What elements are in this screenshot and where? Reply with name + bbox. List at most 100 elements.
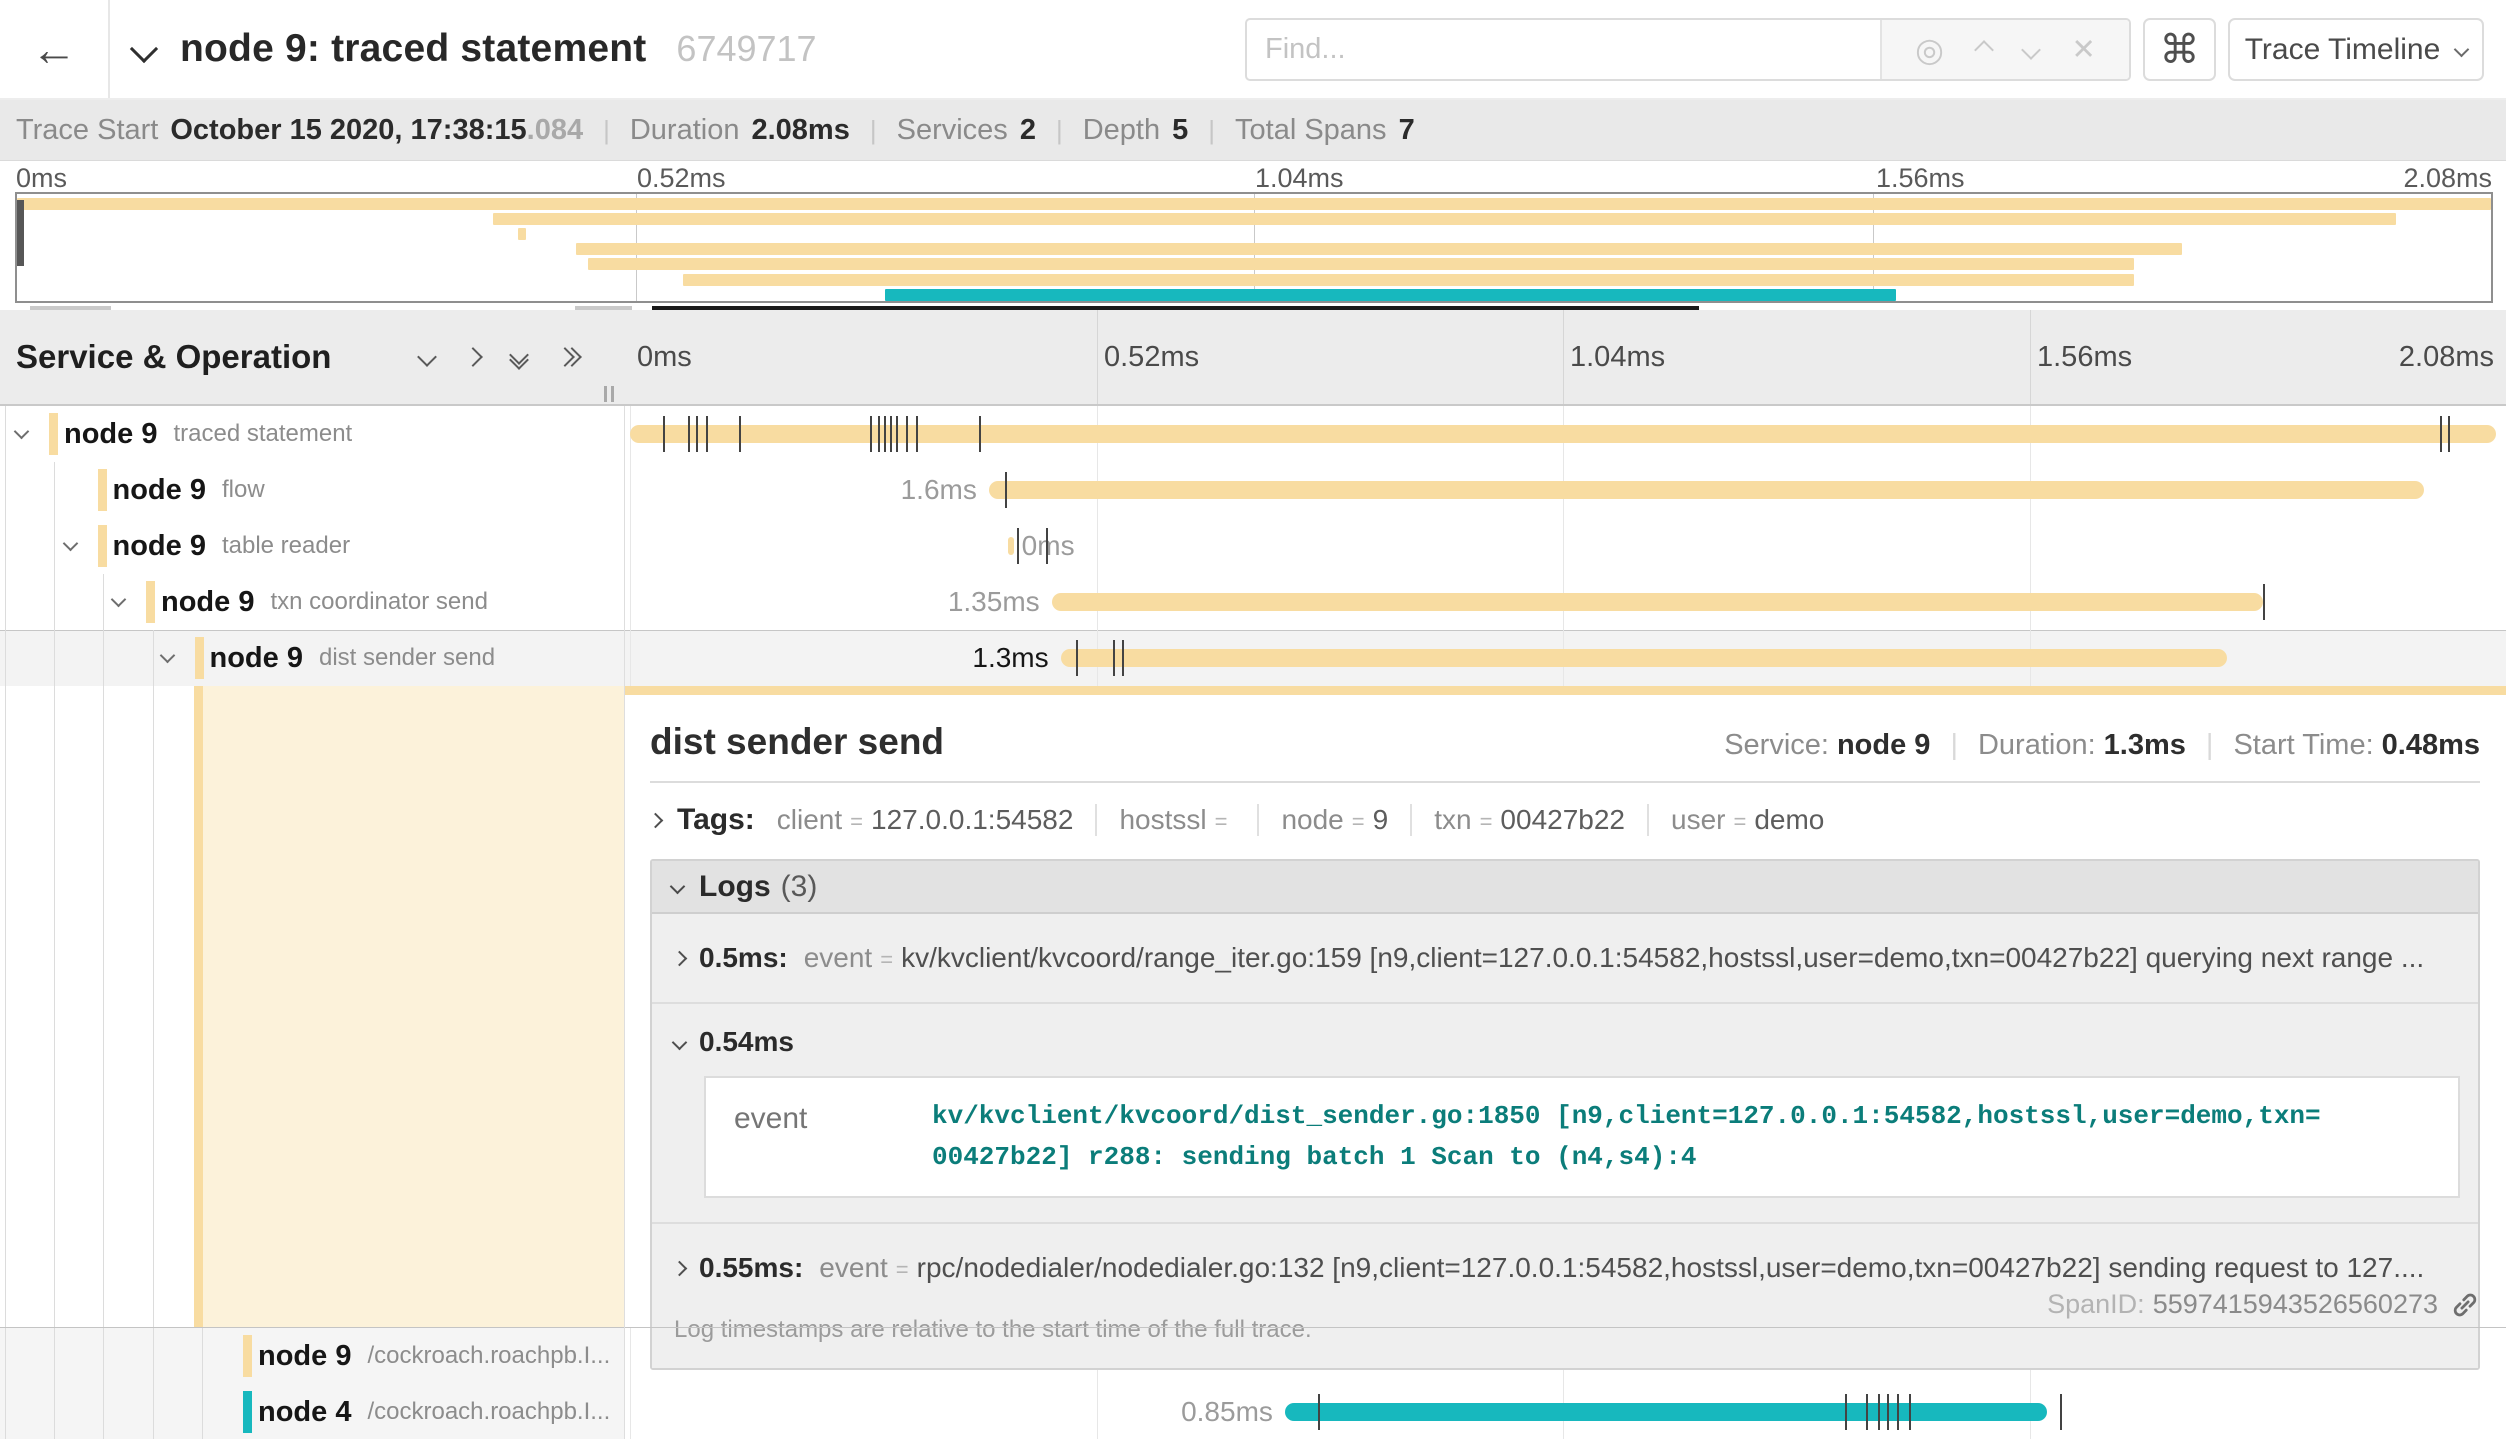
separator: | (1208, 115, 1215, 146)
span-name-group[interactable]: node 9dist sender send (210, 630, 496, 686)
equals-sign: = (1352, 809, 1365, 835)
find-input[interactable] (1247, 20, 1880, 79)
tree-indent-guide (54, 462, 55, 518)
span-tree-row-txn-coordinator-send[interactable]: node 9 txn coordinator send (0, 574, 625, 630)
span-bar[interactable] (1285, 1403, 2048, 1421)
expand-one-icon[interactable] (463, 347, 483, 367)
span-bar[interactable] (1052, 593, 2263, 611)
tag-key: node (1281, 804, 1343, 836)
log-entry-collapsed[interactable]: 0.5ms: event = kv/kvclient/kvcoord/range… (652, 914, 2478, 1004)
tree-chevron-down-icon[interactable] (62, 536, 78, 552)
span-detail-panel: dist sender send Service:node 9 | Durati… (625, 695, 2506, 1328)
next-match-icon[interactable] (2021, 40, 2041, 60)
minimap-span-bar (588, 258, 2134, 270)
timeline-tick-label: 1.04ms (1570, 310, 1665, 404)
span-name-group[interactable]: node 9table reader (113, 518, 351, 574)
tree-indent-guide (5, 406, 6, 462)
expand-all-icon[interactable] (558, 350, 579, 364)
summary-value: 2 (1020, 114, 1036, 147)
span-bar[interactable] (630, 425, 2496, 443)
log-value: rpc/nodedialer/nodedialer.go:132 [n9,cli… (917, 1252, 2425, 1284)
span-service-name: node 9 (161, 586, 254, 619)
span-tree-row--cockroach-roachpb-i-[interactable]: node 4/cockroach.roachpb.I... (0, 1384, 625, 1439)
tree-indent-guide (54, 630, 55, 686)
span-bar[interactable] (1061, 649, 2227, 667)
tree-indent-guide (5, 686, 6, 1328)
tree-indent-guide (5, 462, 6, 518)
span-name-group[interactable]: node 9/cockroach.roachpb.I... (258, 1328, 610, 1384)
tree-indent-guide (5, 630, 6, 686)
span-tree-row--cockroach-roachpb-i-[interactable]: node 9/cockroach.roachpb.I... (0, 1328, 625, 1384)
span-bar[interactable] (1008, 537, 1014, 555)
log-key: event (819, 1252, 888, 1284)
keyboard-shortcuts-button[interactable]: ⌘ (2143, 18, 2216, 81)
prev-match-icon[interactable] (1974, 40, 1994, 60)
span-bar[interactable] (989, 481, 2424, 499)
page-title: node 9: traced statement (180, 27, 646, 71)
tree-indent-guide (54, 1384, 55, 1439)
span-name-group[interactable]: node 4/cockroach.roachpb.I... (258, 1384, 610, 1439)
span-tree-row-traced-statement[interactable]: node 9traced statement (0, 406, 625, 462)
tree-chevron-down-icon[interactable] (14, 424, 30, 440)
tag-item: client=127.0.0.1:54582 (777, 804, 1098, 836)
minimap-span-bar (683, 274, 2134, 286)
minimap-tick-label: 1.04ms (1255, 163, 1344, 194)
trace-id: 6749717 (676, 28, 816, 70)
separator: | (1950, 729, 1958, 762)
log-entry-toggle[interactable]: 0.54ms (652, 1004, 2478, 1058)
timeline-collapse-controls (420, 310, 579, 404)
span-rows-area: node 9traced statementnode 9flow 1.6ms nod… (0, 406, 2506, 1439)
view-selector-button[interactable]: Trace Timeline (2228, 18, 2484, 81)
log-marker-tick (1887, 1394, 1889, 1430)
summary-label: Duration (630, 114, 740, 147)
collapse-trace-header-icon[interactable] (130, 35, 158, 63)
minimap-scrubber-handle[interactable] (17, 200, 24, 266)
log-marker-tick (890, 416, 892, 452)
log-marker-tick (979, 416, 981, 452)
span-operation-name: txn coordinator send (270, 588, 487, 616)
span-name-group[interactable]: node 9traced statement (64, 406, 352, 462)
column-resize-grip[interactable] (604, 386, 614, 402)
service-label: Service: (1724, 729, 1829, 762)
tag-item: txn=00427b22 (1434, 804, 1649, 836)
summary-value: October 15 2020, 17:38:15 (170, 114, 526, 147)
span-duration-label: 1.6ms (901, 462, 977, 518)
log-marker-tick (1897, 1394, 1899, 1430)
tag-item: node=9 (1281, 804, 1412, 836)
tree-indent-guide (54, 1328, 55, 1384)
tags-toggle-row[interactable]: Tags: client=127.0.0.1:54582 hostssl= no… (650, 803, 2480, 837)
tree-chevron-down-icon[interactable] (159, 648, 175, 664)
equals-sign: = (880, 947, 893, 973)
minimap-tick-label: 0ms (16, 163, 67, 194)
summary-label: Depth (1083, 114, 1160, 147)
log-keyvalue-table: event kv/kvclient/kvcoord/dist_sender.go… (704, 1076, 2460, 1198)
clear-find-icon[interactable]: ✕ (2071, 32, 2095, 67)
span-service-name: node 9 (64, 418, 157, 451)
tree-chevron-down-icon[interactable] (111, 592, 127, 608)
log-marker-tick (896, 416, 898, 452)
minimap-canvas[interactable] (15, 192, 2493, 303)
copy-link-icon[interactable] (2450, 1290, 2480, 1320)
trace-summary-bar: Trace StartOctober 15 2020, 17:38:15.084… (0, 100, 2506, 161)
collapse-one-icon[interactable] (417, 347, 437, 367)
log-marker-tick (916, 416, 918, 452)
command-icon: ⌘ (2160, 27, 2200, 73)
tree-indent-guide (103, 630, 104, 686)
span-id-value: 5597415943526560273 (2153, 1289, 2438, 1320)
log-marker-tick (1878, 1394, 1880, 1430)
span-detail-title: dist sender send (650, 721, 944, 763)
log-value: kv/kvclient/kvcoord/range_iter.go:159 [n… (901, 942, 2424, 974)
span-tree-row-table-reader[interactable]: node 9table reader (0, 518, 625, 574)
logs-header[interactable]: Logs (3) (652, 861, 2478, 914)
tag-key: client (777, 804, 842, 836)
equals-sign: = (1480, 809, 1493, 835)
span-service-name: node 9 (113, 474, 206, 507)
tag-value: demo (1754, 804, 1824, 836)
back-button[interactable]: ← (0, 0, 110, 98)
collapse-all-icon[interactable] (512, 348, 526, 367)
span-tree-row-dist-sender-send[interactable]: node 9dist sender send (0, 630, 625, 686)
span-tree-row-flow[interactable]: node 9flow (0, 462, 625, 518)
span-name-group[interactable]: node 9 txn coordinator send (161, 574, 488, 630)
span-name-group[interactable]: node 9flow (113, 462, 265, 518)
focus-match-icon[interactable]: ◎ (1915, 30, 1944, 69)
